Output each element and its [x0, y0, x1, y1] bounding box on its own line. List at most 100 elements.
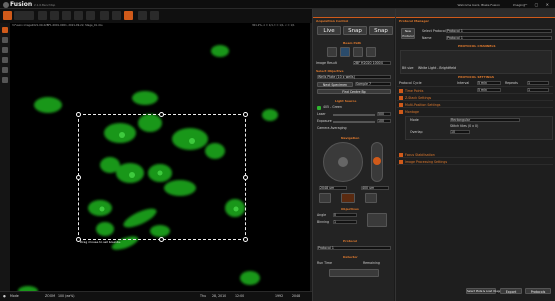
draw-icon[interactable]: [62, 11, 71, 20]
next-specimen-button[interactable]: Next Specimen: [317, 82, 353, 87]
select-protocol-dropdown[interactable]: Protocol 1: [446, 29, 552, 33]
resize-handle-ml[interactable]: [76, 175, 81, 180]
snapshot-icon[interactable]: [124, 11, 133, 20]
z-stack-checkbox-icon[interactable]: [399, 96, 403, 100]
stage-home-button[interactable]: [319, 193, 331, 203]
resize-handle-tm[interactable]: [159, 112, 164, 117]
time-points-row[interactable]: Time Points 5 min 1: [397, 88, 553, 94]
channels-heading: PROTOCOL CHANNELS: [458, 44, 496, 48]
exposure-slider[interactable]: [333, 121, 375, 123]
time-points-label: Time Points: [399, 89, 423, 93]
objective-turret-button[interactable]: [367, 213, 387, 227]
layers-icon[interactable]: [2, 27, 8, 33]
chart-icon[interactable]: [2, 57, 8, 63]
xy-joystick[interactable]: [323, 142, 363, 182]
objective-select[interactable]: Wells Plate (10 x wells): [317, 75, 391, 79]
angle-label: Angle: [317, 213, 327, 217]
image-processing-row[interactable]: Image Processing Settings: [397, 159, 553, 165]
contrast-icon[interactable]: [100, 11, 109, 20]
zoom-icon[interactable]: [86, 11, 95, 20]
stage-lock-button[interactable]: [365, 193, 377, 203]
exposure-value[interactable]: 100: [377, 119, 391, 123]
light-source-label: 405 - Green: [323, 105, 342, 109]
z-stack-label: Z-Stack Settings: [399, 96, 431, 100]
z-focus-slider[interactable]: [371, 142, 383, 182]
settings-icon[interactable]: [138, 11, 147, 20]
snap-button[interactable]: Snap: [343, 26, 367, 35]
angle-field[interactable]: 0: [333, 213, 357, 217]
send-to-button[interactable]: [14, 11, 34, 20]
cycle-interval-label: Interval: [457, 81, 470, 85]
channel-name[interactable]: White Light - Brightfield: [418, 66, 456, 70]
tp-repeats-field[interactable]: 1: [527, 88, 549, 92]
resize-handle-tl[interactable]: [76, 112, 81, 117]
protocol-name-field[interactable]: Protocol 1: [446, 36, 552, 40]
resize-handle-mr[interactable]: [243, 175, 248, 180]
select-icon[interactable]: [50, 11, 59, 20]
light-enable-checkbox[interactable]: [317, 106, 321, 110]
z-stack-row[interactable]: Z-Stack Settings: [397, 95, 553, 101]
sample-select[interactable]: Sample 7: [355, 82, 391, 86]
cycle-interval-field[interactable]: 5 min: [477, 81, 501, 85]
objectives-heading: Objectives: [341, 207, 359, 211]
status-clock: 12:00: [235, 294, 245, 298]
new-protocol-button[interactable]: New Protocol: [401, 28, 415, 39]
protocols-button[interactable]: Protocols: [525, 288, 551, 294]
montage-mode-select[interactable]: Rectangular: [450, 118, 520, 122]
beam-path-3-button[interactable]: [353, 47, 363, 57]
protocol-heading: Protocol: [343, 239, 358, 243]
folder-icon[interactable]: [2, 77, 8, 83]
resize-handle-tr[interactable]: [243, 112, 248, 117]
cycle-repeats-field[interactable]: 1: [527, 81, 549, 85]
beam-path-1-button[interactable]: [327, 47, 337, 57]
status-mode: Mode: [10, 294, 19, 298]
remaining-label: Remaining: [363, 261, 380, 265]
multi-position-checkbox-icon[interactable]: [399, 103, 403, 107]
time-points-checkbox-icon[interactable]: [399, 89, 403, 93]
focus-stabilisation-checkbox-icon[interactable]: [399, 153, 403, 157]
list-icon[interactable]: [2, 47, 8, 53]
user-greeting[interactable]: Welcome back, Blake Fusion: [458, 3, 500, 7]
fullscreen-icon[interactable]: [150, 11, 159, 20]
run-time-label: Run Time: [317, 261, 332, 265]
overlap-field[interactable]: 10: [450, 130, 470, 134]
crop-icon[interactable]: [112, 11, 121, 20]
montage-settings: Mode Rectangular Stitch tiles (0 x 0) Ov…: [405, 116, 553, 140]
zoom-value[interactable]: 100 (ea%): [58, 294, 75, 298]
snap-sequence-button[interactable]: Snap: [369, 26, 393, 35]
multi-position-row[interactable]: Multi-Position Settings: [397, 102, 553, 108]
stage-target-button[interactable]: [341, 193, 355, 203]
info-icon[interactable]: [2, 67, 8, 73]
montage-checkbox-icon[interactable]: [399, 110, 403, 114]
export-button[interactable]: Export: [500, 288, 522, 294]
z-step-field[interactable]: 400 um: [361, 186, 389, 190]
laser-value[interactable]: 500: [377, 112, 391, 116]
grid-icon[interactable]: [2, 37, 8, 43]
overlap-label: Overlap: [410, 130, 423, 134]
tp-interval-field[interactable]: 5 min: [477, 88, 501, 92]
image-processing-checkbox-icon[interactable]: [399, 160, 403, 164]
protocol-select[interactable]: Protocol 1: [317, 246, 391, 250]
montage-row[interactable]: Montage: [397, 109, 553, 115]
focus-stabilisation-row[interactable]: Focus Stabilisation: [397, 152, 553, 158]
open-icon[interactable]: [3, 11, 12, 20]
laser-slider[interactable]: [333, 114, 375, 116]
light-source-heading: Light Source: [335, 99, 357, 103]
beam-path-4-button[interactable]: [366, 47, 376, 57]
fusion-logo-icon: [3, 1, 9, 8]
select-plate-button[interactable]: Select Plate & Load Image: [466, 288, 501, 294]
window-controls[interactable]: — ▢ ✕: [523, 2, 552, 7]
live-button[interactable]: Live: [317, 26, 341, 35]
find-centre-button[interactable]: Find Centre Bp: [317, 89, 391, 94]
pan-icon[interactable]: [38, 11, 47, 20]
start-acquisition-button[interactable]: [329, 269, 379, 277]
resize-handle-br[interactable]: [243, 237, 248, 242]
measure-icon[interactable]: [74, 11, 83, 20]
xy-step-field[interactable]: 2048 um: [319, 186, 347, 190]
selection-rectangle[interactable]: [78, 114, 246, 240]
beam-path-2-button[interactable]: [340, 47, 350, 57]
binning-field[interactable]: 1: [333, 220, 357, 224]
protocol-manager-heading: Protocol Manager: [399, 19, 429, 23]
image-result-field[interactable]: 2BF H2020 10004: [353, 61, 391, 65]
resize-handle-bm[interactable]: [159, 237, 164, 242]
